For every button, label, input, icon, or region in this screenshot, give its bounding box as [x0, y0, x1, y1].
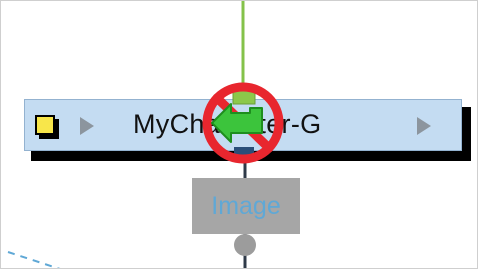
graph-canvas[interactable]: MyCharacter-G Image: [0, 0, 478, 269]
ports-overlay: [202, 82, 284, 256]
image-node-port[interactable]: [234, 234, 256, 256]
